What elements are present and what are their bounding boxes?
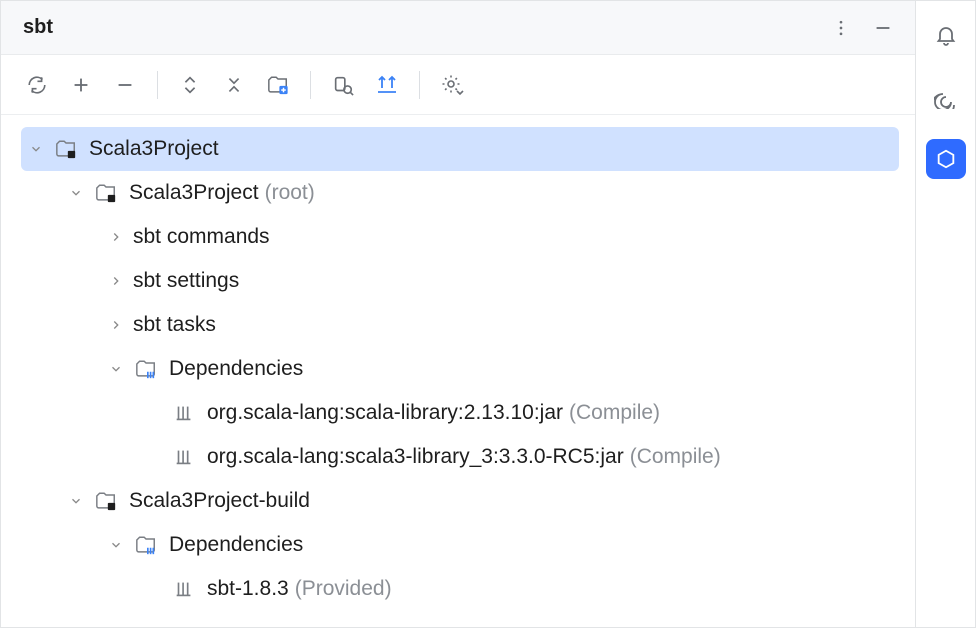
- chevron-right-icon: [105, 226, 127, 248]
- collapse-all-button[interactable]: [212, 63, 256, 107]
- node-suffix: (Compile): [630, 445, 721, 469]
- tree-node-root-project[interactable]: Scala3Project: [21, 127, 899, 171]
- node-suffix: (Provided): [295, 577, 392, 601]
- module-folder-icon: [93, 488, 119, 514]
- hide-button[interactable]: [869, 14, 897, 42]
- settings-button[interactable]: [430, 63, 474, 107]
- chevron-down-icon: [105, 534, 127, 556]
- remove-button[interactable]: [103, 63, 147, 107]
- tree-node-dependency[interactable]: org.scala-lang:scala3-library_3:3.3.0-RC…: [139, 435, 899, 479]
- options-menu-button[interactable]: [827, 14, 855, 42]
- module-folder-icon: [53, 136, 79, 162]
- node-suffix: (Compile): [569, 401, 660, 425]
- refresh-button[interactable]: [15, 63, 59, 107]
- sbt-tree: Scala3Project Scala3Project (root) sbt c…: [1, 115, 915, 627]
- node-label: sbt tasks: [133, 313, 216, 337]
- tree-node-sbt-settings[interactable]: sbt settings: [101, 259, 899, 303]
- chevron-right-icon: [105, 314, 127, 336]
- node-label: Scala3Project: [129, 181, 259, 205]
- chevron-right-icon: [105, 270, 127, 292]
- download-sources-button[interactable]: [365, 63, 409, 107]
- library-icon: [171, 400, 197, 426]
- tree-node-dependency[interactable]: sbt-1.8.3 (Provided): [139, 567, 899, 611]
- separator: [310, 71, 311, 99]
- notifications-button[interactable]: [926, 15, 966, 55]
- find-button[interactable]: [321, 63, 365, 107]
- node-label: Dependencies: [169, 533, 303, 557]
- node-label: org.scala-lang:scala3-library_3:3.3.0-RC…: [207, 445, 624, 469]
- expand-all-button[interactable]: [168, 63, 212, 107]
- chevron-down-icon: [65, 182, 87, 204]
- node-label: sbt settings: [133, 269, 239, 293]
- node-label: sbt-1.8.3: [207, 577, 289, 601]
- add-button[interactable]: [59, 63, 103, 107]
- node-suffix: (root): [265, 181, 315, 205]
- library-icon: [171, 576, 197, 602]
- chevron-down-icon: [65, 490, 87, 512]
- library-icon: [171, 444, 197, 470]
- chevron-down-icon: [105, 358, 127, 380]
- sbt-tool-window: sbt: [0, 0, 916, 628]
- chevron-down-icon: [25, 138, 47, 160]
- node-label: sbt commands: [133, 225, 270, 249]
- separator: [419, 71, 420, 99]
- tree-node-dependencies[interactable]: Dependencies: [101, 523, 899, 567]
- tool-window-header: sbt: [1, 1, 915, 55]
- right-tool-strip: [916, 0, 976, 628]
- group-modules-button[interactable]: [256, 63, 300, 107]
- node-label: org.scala-lang:scala-library:2.13.10:jar: [207, 401, 563, 425]
- tree-node-dependency[interactable]: org.scala-lang:scala-library:2.13.10:jar…: [139, 391, 899, 435]
- library-folder-icon: [133, 532, 159, 558]
- node-label: Dependencies: [169, 357, 303, 381]
- hexagon-tool-button[interactable]: [926, 139, 966, 179]
- library-folder-icon: [133, 356, 159, 382]
- node-label: Scala3Project-build: [129, 489, 310, 513]
- tree-node-dependencies[interactable]: Dependencies: [101, 347, 899, 391]
- tool-window-title: sbt: [23, 16, 813, 39]
- tree-node-module[interactable]: Scala3Project (root): [61, 171, 899, 215]
- spiral-tool-button[interactable]: [926, 77, 966, 117]
- sbt-toolbar: [1, 55, 915, 115]
- tree-node-sbt-tasks[interactable]: sbt tasks: [101, 303, 899, 347]
- module-folder-icon: [93, 180, 119, 206]
- node-label: Scala3Project: [89, 137, 219, 161]
- tree-node-module[interactable]: Scala3Project-build: [61, 479, 899, 523]
- tree-node-sbt-commands[interactable]: sbt commands: [101, 215, 899, 259]
- separator: [157, 71, 158, 99]
